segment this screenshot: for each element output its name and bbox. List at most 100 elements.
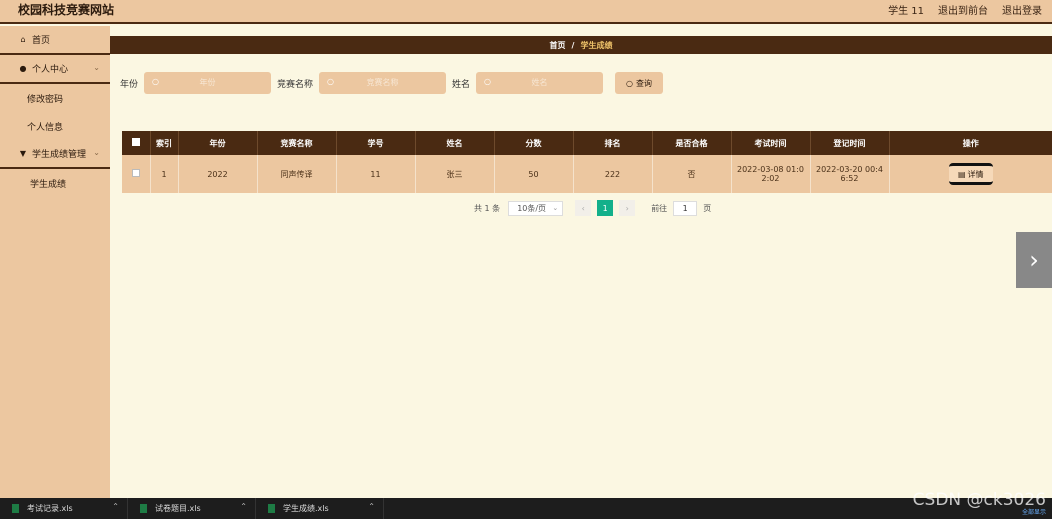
pagination: 共 1 条 10条/页 ⌄ ‹ 1 › 前往 1 页 (474, 200, 711, 216)
excel-file-icon (140, 504, 147, 513)
sidebar-item-student-scores[interactable]: 学生成绩 (0, 169, 110, 197)
detail-button-label: 详情 (967, 169, 984, 179)
sidebar-item-label: 首页 (32, 36, 51, 46)
breadcrumb-home[interactable]: 首页 (550, 40, 566, 51)
logout-link[interactable]: 退出登录 (1002, 2, 1042, 17)
chevron-right-icon[interactable]: › (1016, 232, 1052, 288)
cell-student-id: 11 (336, 155, 416, 193)
cell-name: 张三 (415, 155, 495, 193)
home-icon: ⌂ (20, 35, 26, 44)
column-header: 姓名 (415, 131, 495, 155)
sidebar: ⌂ 首页 ● 个人中心 ⌄ 修改密码 个人信息 ▼ 学生成绩管理 ⌄ 学生成绩 (0, 26, 110, 498)
cell-qualified: 否 (652, 155, 732, 193)
reg-time-line-1: 2022-03-20 00:4 (816, 165, 883, 174)
cell-competition: 同声传译 (257, 155, 337, 193)
row-select-cell[interactable] (122, 155, 151, 193)
user-icon: ● (19, 64, 27, 73)
name-placeholder: 姓名 (531, 78, 548, 87)
sidebar-item-home[interactable]: ⌂ 首页 (0, 26, 110, 55)
excel-file-icon (268, 504, 275, 513)
column-header: 学号 (336, 131, 416, 155)
document-icon: ▤ (957, 169, 966, 179)
reg-time-line-2: 6:52 (840, 174, 859, 183)
column-header: 年份 (178, 131, 258, 155)
goto-label: 前往 (651, 203, 668, 213)
search-form: 年份 ○ 年份 竞赛名称 ○ 竞赛名称 姓名 ○ 姓名 ○ 查询 (120, 72, 664, 94)
top-navbar: 校园科技竞赛网站 学生 11 退出到前台 退出登录 (0, 0, 1052, 24)
sidebar-item-personal-info[interactable]: 个人信息 (0, 112, 110, 140)
select-all-checkbox[interactable] (131, 138, 140, 146)
year-placeholder: 年份 (199, 78, 216, 87)
cell-year: 2022 (178, 155, 258, 193)
download-file-name: 考试记录.xls (27, 504, 73, 513)
year-label: 年份 (120, 79, 139, 90)
cell-exam-time: 2022-03-08 01:0 2:02 (731, 155, 811, 193)
exam-time-line-2: 2:02 (761, 174, 780, 183)
download-bar: 考试记录.xls ⌃ 试卷题目.xls ⌃ 学生成绩.xls ⌃ 全部显示 (0, 498, 1052, 519)
exit-to-front-link[interactable]: 退出到前台 (938, 2, 988, 17)
select-all-header[interactable] (122, 131, 151, 155)
search-icon: ○ (626, 78, 634, 88)
goto-page-input[interactable]: 1 (673, 200, 698, 216)
column-header: 登记时间 (810, 131, 890, 155)
page-size-select[interactable]: 10条/页 ⌄ (508, 200, 564, 216)
main-content: 首页 / 学生成绩 年份 ○ 年份 竞赛名称 ○ 竞赛名称 姓名 ○ 姓名 ○ … (110, 26, 1052, 498)
chevron-up-icon[interactable]: ⌃ (368, 502, 375, 511)
column-header: 操作 (962, 138, 979, 148)
download-file-name: 试卷题目.xls (155, 504, 201, 513)
sidebar-item-score-management[interactable]: ▼ 学生成绩管理 ⌄ (0, 140, 110, 169)
scores-table: 索引 年份 竞赛名称 学号 姓名 分数 排名 是否合格 考试时间 登记时间 操作… (122, 131, 1052, 193)
watermark: CSDN @ck3026 (912, 490, 1046, 510)
total-count: 共 1 条 (474, 203, 501, 213)
table-row: 1 2022 同声传译 11 张三 50 222 否 2022-03-08 01… (122, 155, 1052, 193)
competition-label: 竞赛名称 (277, 79, 314, 90)
download-item[interactable]: 学生成绩.xls ⌃ (256, 498, 384, 519)
cell-index: 1 (150, 155, 179, 193)
chevron-up-icon[interactable]: ⌃ (112, 502, 119, 511)
breadcrumb: 首页 / 学生成绩 (110, 36, 1052, 54)
download-item[interactable]: 试卷题目.xls ⌃ (128, 498, 256, 519)
chevron-down-icon: ⌄ (93, 63, 100, 72)
competition-placeholder: 竞赛名称 (366, 78, 399, 87)
sidebar-item-label: 学生成绩管理 (32, 150, 87, 160)
exam-time-line-1: 2022-03-08 01:0 (737, 165, 804, 174)
breadcrumb-separator: / (571, 40, 575, 50)
chevron-up-icon[interactable]: ⌃ (240, 502, 247, 511)
row-checkbox[interactable] (131, 169, 140, 177)
sidebar-item-label: 个人中心 (32, 65, 69, 75)
next-page-button[interactable]: › (619, 200, 636, 216)
chevron-down-icon: ⌄ (93, 148, 100, 157)
column-header: 索引 (150, 131, 179, 155)
year-search-input[interactable]: ○ 年份 (144, 72, 272, 94)
page-size-value: 10条/页 (517, 203, 547, 213)
excel-file-icon (12, 504, 19, 513)
prev-page-button[interactable]: ‹ (575, 200, 592, 216)
breadcrumb-current: 学生成绩 (580, 40, 613, 50)
trophy-icon: ▼ (19, 149, 27, 158)
column-header: 排名 (573, 131, 653, 155)
cell-reg-time: 2022-03-20 00:4 6:52 (810, 155, 890, 193)
site-title: 校园科技竞赛网站 (18, 3, 115, 17)
top-right-links: 学生 11 退出到前台 退出登录 (888, 2, 1042, 17)
cell-rank: 222 (573, 155, 653, 193)
current-user-label: 学生 11 (888, 6, 924, 17)
download-item[interactable]: 考试记录.xls ⌃ (0, 498, 128, 519)
competition-search-input[interactable]: ○ 竞赛名称 (319, 72, 447, 94)
name-label: 姓名 (452, 79, 471, 90)
name-search-input[interactable]: ○ 姓名 (476, 72, 604, 94)
column-header: 是否合格 (652, 131, 732, 155)
sidebar-item-change-password[interactable]: 修改密码 (0, 84, 110, 112)
page-number-current[interactable]: 1 (597, 200, 614, 216)
query-button-label: 查询 (636, 78, 653, 88)
sidebar-item-personal-center[interactable]: ● 个人中心 ⌄ (0, 55, 110, 84)
table-header-row: 索引 年份 竞赛名称 学号 姓名 分数 排名 是否合格 考试时间 登记时间 操作 (122, 131, 1052, 155)
column-header: 竞赛名称 (257, 131, 337, 155)
download-file-name: 学生成绩.xls (283, 504, 329, 513)
page-unit-label: 页 (703, 203, 712, 213)
column-header: 考试时间 (731, 131, 811, 155)
cell-actions: ▤ 详情 (889, 155, 1052, 193)
query-button[interactable]: ○ 查询 (615, 72, 664, 94)
detail-button[interactable]: ▤ 详情 (948, 163, 993, 185)
cell-score: 50 (494, 155, 574, 193)
column-header: 分数 (494, 131, 574, 155)
